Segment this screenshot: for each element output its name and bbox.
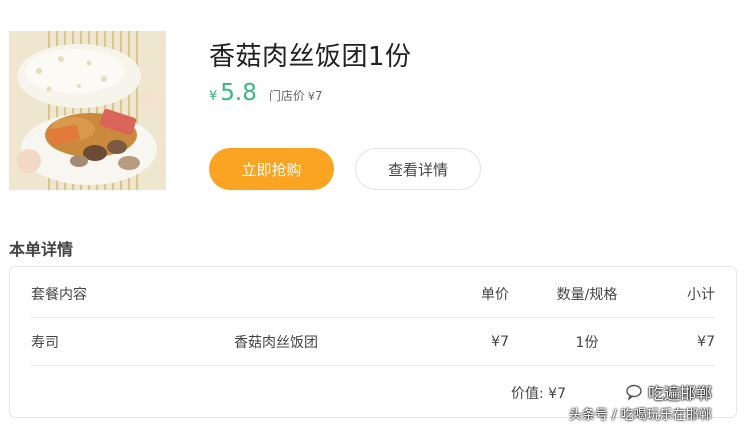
divider (31, 365, 715, 366)
product-image (9, 31, 166, 190)
buy-now-button[interactable]: 立即抢购 (209, 148, 334, 190)
chat-bubble-icon (626, 383, 644, 401)
header-subtotal: 小计 (687, 287, 715, 303)
item-name: 香菇肉丝饭团 (234, 335, 318, 351)
item-unit-price: ¥7 (491, 334, 509, 350)
store-price: 7 (314, 89, 323, 103)
price-row: ¥ 5.8 门店价 ¥ 7 (209, 80, 323, 106)
view-details-button[interactable]: 查看详情 (355, 148, 481, 190)
sale-price: 5.8 (220, 80, 257, 106)
watermark-line1: 吃遍邯郸 (648, 384, 713, 403)
item-subtotal: ¥7 (697, 334, 715, 350)
item-quantity: 1份 (575, 335, 599, 351)
header-unit-price: 单价 (481, 287, 509, 303)
value-amount: ¥7 (548, 386, 566, 402)
item-category: 寿司 (31, 335, 59, 351)
product-title: 香菇肉丝饭团1份 (209, 42, 412, 72)
store-price-currency: ¥ (307, 90, 315, 103)
watermark-account: 吃遍邯郸 (626, 380, 712, 404)
watermark-line2: 头条号 / 吃喝玩乐在邯郸 (569, 408, 712, 423)
total-value: 价值: ¥7 (511, 383, 566, 403)
store-price-label: 门店价 (268, 89, 305, 103)
divider (31, 317, 715, 318)
table-row: 寿司 香菇肉丝饭团 ¥7 1份 ¥7 (31, 331, 715, 353)
price-currency: ¥ (209, 89, 218, 104)
header-package-content: 套餐内容 (31, 287, 87, 303)
header-quantity: 数量/规格 (556, 287, 618, 303)
value-label: 价值: (511, 386, 544, 402)
table-header: 套餐内容 单价 数量/规格 小计 (31, 283, 715, 305)
order-details-heading: 本单详情 (9, 240, 74, 259)
